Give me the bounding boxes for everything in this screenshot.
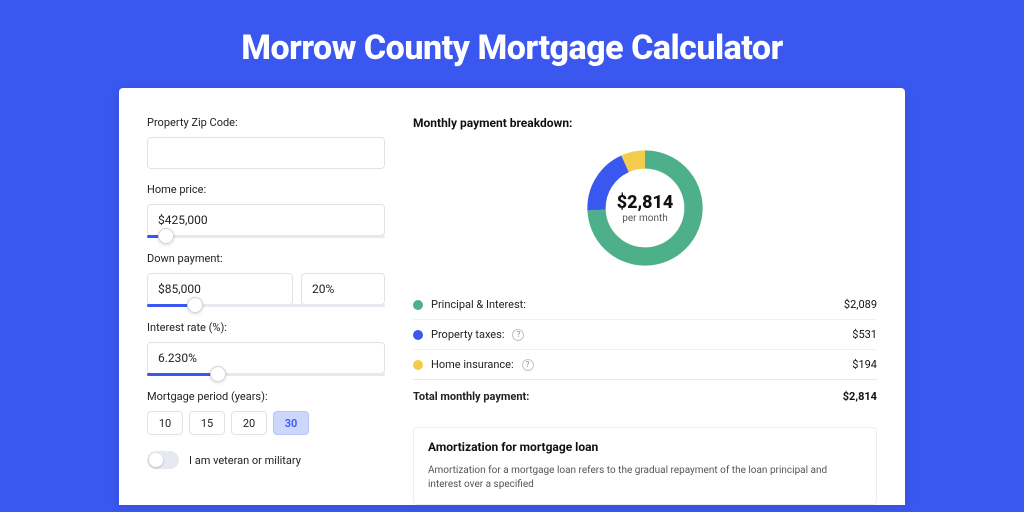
amortization-section: Amortization for mortgage loan Amortizat… (413, 427, 877, 505)
down-payment-pct-input[interactable] (301, 273, 385, 305)
legend-label: Home insurance: (431, 358, 514, 371)
down-payment-slider[interactable] (147, 304, 385, 307)
down-payment-input[interactable] (147, 273, 293, 305)
home-price-slider[interactable] (147, 235, 385, 238)
breakdown-title: Monthly payment breakdown: (413, 116, 877, 130)
field-down-payment: Down payment: (147, 252, 385, 307)
legend-value: $2,089 (844, 298, 877, 311)
legend-row: Property taxes:? $531 (413, 319, 877, 349)
amortization-text: Amortization for a mortgage loan refers … (428, 464, 862, 492)
legend-value: $531 (852, 328, 877, 341)
field-zip: Property Zip Code: (147, 116, 385, 169)
zip-label: Property Zip Code: (147, 116, 385, 129)
legend-dot-icon (413, 300, 423, 310)
toggle-knob-icon (149, 453, 163, 467)
breakdown-panel: Monthly payment breakdown: $2,814 per mo… (413, 116, 877, 505)
period-btn-30[interactable]: 30 (273, 411, 309, 435)
info-icon[interactable]: ? (512, 329, 524, 341)
down-payment-label: Down payment: (147, 252, 385, 265)
page-title: Morrow County Mortgage Calculator (0, 0, 1024, 88)
slider-thumb-icon[interactable] (210, 366, 226, 382)
calculator-card: Property Zip Code: Home price: Down paym… (119, 88, 905, 505)
info-icon[interactable]: ? (522, 359, 534, 371)
field-veteran: I am veteran or military (147, 451, 385, 469)
veteran-toggle[interactable] (147, 451, 179, 469)
slider-thumb-icon[interactable] (187, 297, 203, 313)
home-price-label: Home price: (147, 183, 385, 196)
zip-input[interactable] (147, 137, 385, 169)
legend-value: $194 (852, 358, 877, 371)
period-options: 10152030 (147, 411, 385, 435)
interest-label: Interest rate (%): (147, 321, 385, 334)
field-home-price: Home price: (147, 183, 385, 238)
interest-slider[interactable] (147, 373, 385, 376)
donut-amount: $2,814 (617, 192, 674, 213)
donut-chart: $2,814 per month (413, 144, 877, 272)
legend-label: Principal & Interest: (431, 298, 526, 311)
inputs-panel: Property Zip Code: Home price: Down paym… (147, 116, 385, 505)
legend-dot-icon (413, 330, 423, 340)
interest-input[interactable] (147, 342, 385, 374)
period-btn-20[interactable]: 20 (231, 411, 267, 435)
legend-row: Principal & Interest: $2,089 (413, 290, 877, 319)
period-btn-10[interactable]: 10 (147, 411, 183, 435)
donut-sub: per month (622, 213, 668, 224)
field-period: Mortgage period (years): 10152030 (147, 390, 385, 435)
field-interest: Interest rate (%): (147, 321, 385, 376)
amortization-title: Amortization for mortgage loan (428, 440, 862, 454)
legend-dot-icon (413, 360, 423, 370)
period-label: Mortgage period (years): (147, 390, 385, 403)
total-label: Total monthly payment: (413, 390, 529, 403)
home-price-input[interactable] (147, 204, 385, 236)
legend-label: Property taxes: (431, 328, 504, 341)
legend-row: Home insurance:? $194 (413, 349, 877, 379)
period-btn-15[interactable]: 15 (189, 411, 225, 435)
total-value: $2,814 (843, 390, 877, 403)
legend: Principal & Interest: $2,089 Property taxe… (413, 290, 877, 379)
veteran-label: I am veteran or military (189, 454, 301, 467)
legend-total-row: Total monthly payment: $2,814 (413, 379, 877, 411)
slider-thumb-icon[interactable] (158, 228, 174, 244)
